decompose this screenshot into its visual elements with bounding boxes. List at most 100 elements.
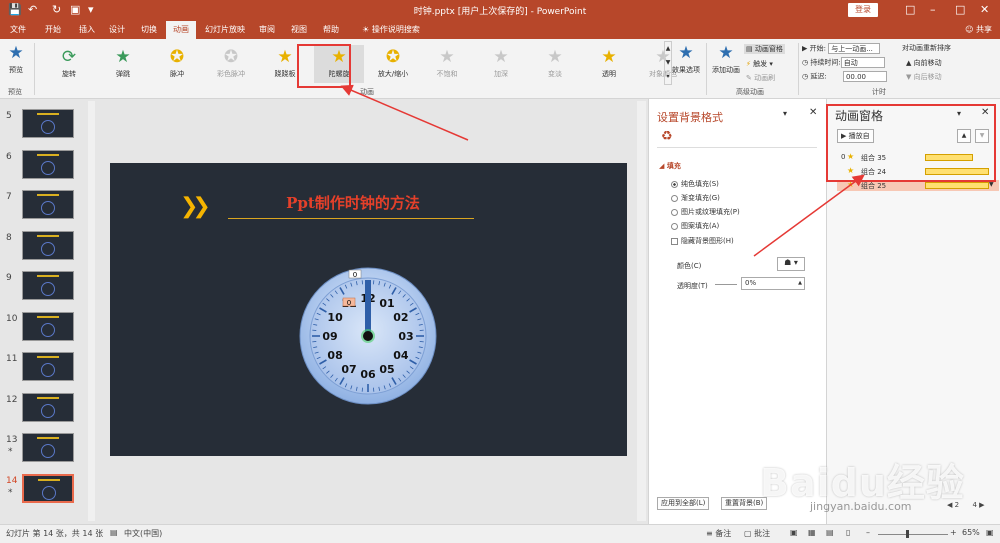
move-earlier-button[interactable]: ▲ 向前移动	[906, 58, 942, 68]
tab-review[interactable]: 审阅	[254, 21, 280, 39]
animation-painter-button[interactable]: ✎ 动画刷	[746, 73, 775, 83]
notes-button[interactable]: ≡ 备注	[706, 528, 731, 539]
clock-number: 09	[322, 330, 337, 343]
tab-animations[interactable]: 动画	[166, 21, 196, 39]
effect-9[interactable]: ★ 变淡	[530, 47, 580, 79]
slide-thumbnail[interactable]	[22, 433, 74, 462]
delay-field[interactable]: 00.00	[842, 71, 887, 82]
start-row: ▶ 开始: 与上一动画...	[802, 43, 881, 54]
canvas-scrollbar[interactable]	[637, 101, 646, 521]
slide-title[interactable]: Ppt制作时钟的方法	[230, 192, 476, 213]
effect-2[interactable]: ✪ 脉冲	[152, 47, 202, 79]
zoom-out-icon[interactable]: –	[866, 528, 870, 537]
zoom-in-icon[interactable]: +	[950, 528, 957, 537]
tab-view[interactable]: 视图	[286, 21, 312, 39]
effect-0[interactable]: ⟳ 旋转	[44, 47, 94, 79]
slide-thumbnail[interactable]	[22, 109, 74, 138]
fill-section[interactable]: ◢ 填充	[659, 161, 681, 171]
spellcheck-icon[interactable]: ▤	[110, 528, 118, 537]
clock-number: 04	[393, 349, 409, 362]
slide-thumbnail[interactable]	[22, 473, 74, 503]
normal-view-icon[interactable]: ▣	[790, 528, 798, 537]
minimize-icon[interactable]: –	[930, 3, 936, 16]
slideshow-view-icon[interactable]: ▯	[846, 528, 850, 537]
timeline-bar[interactable]	[925, 182, 989, 189]
slide-thumbnail[interactable]	[22, 311, 74, 341]
thumbnail-scrollbar[interactable]	[88, 101, 95, 521]
slide-thumbnail[interactable]	[22, 392, 74, 422]
slide-thumbnail[interactable]	[22, 352, 74, 381]
tab-home[interactable]: 开始	[40, 21, 66, 39]
picture-fill-option[interactable]: 图片或纹理填充(P)	[671, 207, 740, 217]
effect-8[interactable]: ★ 加深	[476, 47, 526, 79]
slide-counter: 幻灯片 第 14 张，共 14 张	[6, 529, 104, 538]
person-icon: ☺	[965, 25, 976, 34]
slide-thumbnail[interactable]	[22, 230, 74, 260]
tab-file[interactable]: 文件	[4, 21, 32, 39]
star-icon: ★	[547, 47, 563, 67]
title-underline	[228, 218, 474, 219]
tab-transitions[interactable]: 切换	[136, 21, 162, 39]
effect-label: 放大/缩小	[377, 70, 409, 78]
reading-view-icon[interactable]: ▤	[826, 528, 834, 537]
slide-thumbnail[interactable]	[22, 190, 74, 219]
item-menu-icon[interactable]: ▼	[989, 181, 994, 188]
delay-row: ◷ 延迟: 00.00	[802, 71, 887, 82]
effect-label: 变淡	[548, 70, 562, 78]
brush-icon: ✎	[746, 74, 755, 82]
effect-1[interactable]: ★ 弹跳	[98, 47, 148, 79]
hide-background-checkbox[interactable]: 隐藏背景图形(H)	[671, 236, 734, 246]
apply-to-all-button[interactable]: 应用到全部(L)	[657, 497, 710, 510]
slide-thumbnail[interactable]	[22, 149, 74, 179]
clock-number: 08	[327, 349, 342, 362]
clock-graphic[interactable]: 120102030405060708091011 0 0	[298, 266, 438, 406]
star-icon: ⟳	[61, 47, 77, 67]
tab-slideshow[interactable]: 幻灯片放映	[200, 21, 250, 39]
thumbnail-number: 13	[6, 435, 18, 445]
ribbon-display-icon[interactable]: □	[905, 3, 915, 16]
zoom-thumb[interactable]	[906, 530, 909, 538]
tab-help[interactable]: 帮助	[316, 21, 346, 39]
color-picker-button[interactable]: ☗ ▾	[777, 257, 805, 271]
zoom-level[interactable]: 65%	[962, 528, 980, 537]
add-animation-button[interactable]: ★ 添加动画	[710, 43, 742, 75]
close-icon[interactable]: ✕	[980, 3, 989, 16]
trigger-button[interactable]: ⚡ 触发 ▾	[746, 59, 773, 69]
share-button[interactable]: ☺ 共享	[965, 21, 992, 39]
move-later-button[interactable]: ▼ 向后移动	[906, 72, 942, 82]
thumb-clock	[41, 282, 55, 296]
effect-3[interactable]: ✪ 彩色脉冲	[206, 47, 256, 79]
transparency-field[interactable]: 0% ▲	[741, 277, 805, 290]
effect-7[interactable]: ★ 不饱和	[422, 47, 472, 79]
slide-thumbnail[interactable]	[22, 271, 74, 300]
tab-design[interactable]: 设计	[104, 21, 130, 39]
thumb-clock	[41, 120, 55, 134]
pane-close-icon[interactable]: ✕	[809, 107, 817, 118]
slide[interactable]: ❯❯ Ppt制作时钟的方法 120102030405060708091011 0…	[110, 163, 627, 456]
animation-pane-button[interactable]: ▤ 动画窗格	[744, 44, 785, 54]
thumbnail-number: 10	[6, 313, 18, 324]
transparency-slider[interactable]	[715, 284, 737, 285]
tab-insert[interactable]: 插入	[74, 21, 100, 39]
search-box[interactable]: ☀ 操作说明搜索	[356, 21, 426, 39]
chevron-icon: ❯❯	[180, 194, 211, 219]
next-icon: ▶	[976, 501, 985, 509]
zoom-slider[interactable]	[878, 534, 948, 535]
gradient-fill-option[interactable]: 渐变填充(G)	[671, 193, 720, 203]
fit-slide-icon[interactable]: ▣	[986, 528, 994, 537]
language-status[interactable]: 中文(中国)	[124, 528, 162, 539]
effect-options-button[interactable]: ★ 效果选项	[670, 43, 702, 75]
paint-bucket-icon[interactable]: ♻	[661, 129, 673, 144]
preview-button[interactable]: ★ 预览	[4, 43, 28, 75]
pattern-fill-option[interactable]: 图案填充(A)	[671, 221, 719, 231]
maximize-icon[interactable]: □	[955, 3, 965, 16]
solid-fill-option[interactable]: 纯色填充(S)	[671, 179, 719, 189]
effect-10[interactable]: ★ 透明	[584, 47, 634, 79]
start-dropdown[interactable]: 与上一动画...	[828, 43, 881, 54]
pane-menu-icon[interactable]: ▾	[783, 109, 787, 118]
login-button[interactable]: 登录	[848, 3, 878, 17]
sorter-view-icon[interactable]: ▦	[808, 528, 816, 537]
duration-field[interactable]: 自动	[840, 57, 885, 68]
effect-6[interactable]: ✪ 放大/缩小	[368, 47, 418, 79]
comments-button[interactable]: ▢ 批注	[744, 528, 770, 539]
